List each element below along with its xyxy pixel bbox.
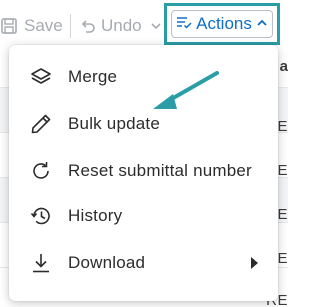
save-button[interactable]: Save [0, 10, 63, 42]
menu-item-download[interactable]: Download [9, 243, 278, 283]
layers-icon [29, 66, 53, 88]
menu-item-label: Merge [68, 67, 118, 86]
actions-highlight-frame: Actions [164, 3, 280, 45]
menu-item-label: Bulk update [68, 114, 160, 133]
menu-item-bulk-update[interactable]: Bulk update [9, 104, 278, 144]
chevron-down-icon[interactable] [150, 20, 162, 32]
submenu-arrow-icon [251, 257, 258, 269]
pencil-icon [29, 113, 53, 135]
history-icon [29, 205, 53, 227]
menu-item-reset-submittal-number[interactable]: Reset submittal number [9, 151, 278, 191]
actions-menu: Merge Bulk update Reset submittal number [9, 45, 278, 301]
page: a RE RE RE RE RE Save Undo [0, 0, 288, 307]
undo-label: Undo [101, 16, 142, 35]
download-icon [29, 252, 53, 274]
chevron-up-icon [256, 14, 268, 34]
save-label: Save [24, 16, 63, 35]
actions-list-icon [176, 14, 192, 34]
actions-label: Actions [196, 14, 252, 33]
actions-button[interactable]: Actions [171, 10, 273, 38]
menu-item-merge[interactable]: Merge [9, 57, 278, 97]
toolbar-separator [70, 14, 71, 38]
save-icon [0, 17, 18, 35]
menu-item-history[interactable]: History [9, 196, 278, 236]
reset-icon [29, 160, 53, 182]
toolbar: Save Undo Actions [0, 0, 288, 48]
menu-item-label: Download [68, 253, 146, 272]
table-header-fragment: a [279, 58, 288, 75]
menu-item-label: History [68, 206, 123, 225]
menu-item-label: Reset submittal number [68, 161, 252, 180]
undo-icon [80, 18, 96, 34]
undo-button[interactable]: Undo [80, 10, 162, 42]
